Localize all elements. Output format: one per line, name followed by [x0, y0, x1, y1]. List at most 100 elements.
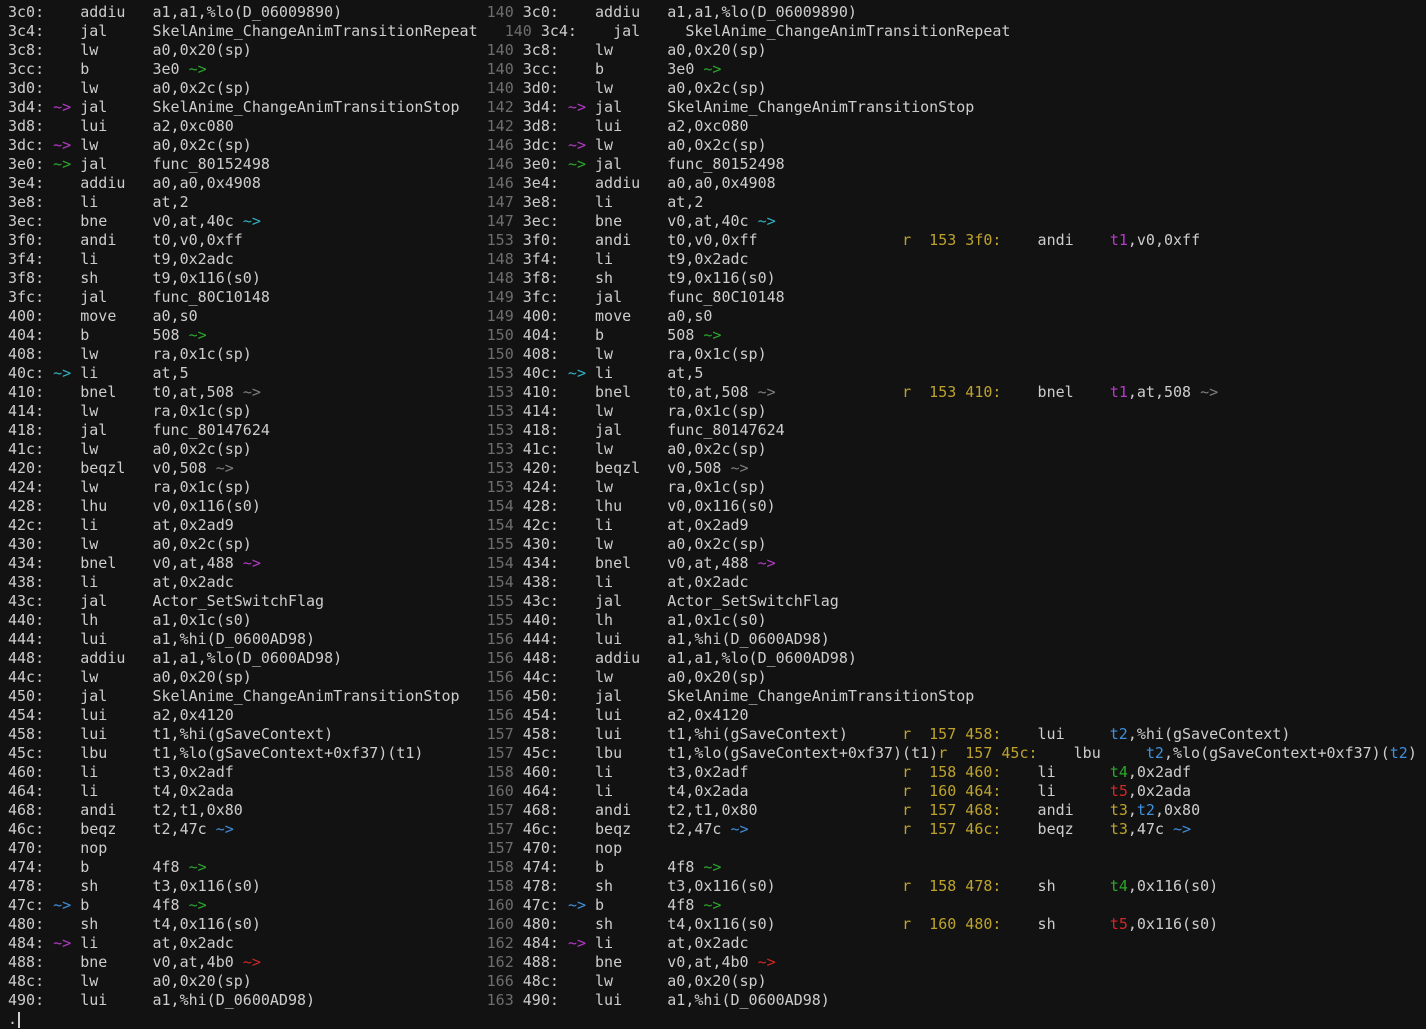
asm-text: 470: nop	[8, 839, 107, 857]
asm-text: 45c: lbu t1,%lo(gSaveContext+0xf37)(t1)	[8, 744, 423, 762]
asm-row: 428: lhu v0,0x116(s0) 154 428: lhu v0,0x…	[8, 497, 1426, 516]
asm-row: 3d8: lui a2,0xc080 142 3d8: lui a2,0xc08…	[8, 117, 1426, 136]
asm-row: 47c: ~> b 4f8 ~> 160 47c: ~> b 4f8 ~>	[8, 896, 1426, 915]
terminal-cursor	[18, 1012, 20, 1028]
column-gap	[776, 383, 902, 401]
asm-text: 438: li at,0x2adc	[514, 573, 749, 591]
asm-text: 3c8: lw a0,0x20(sp)	[514, 41, 767, 59]
line-number: 153	[487, 440, 514, 458]
asm-row: 488: bne v0,at,4b0 ~> 162 488: bne v0,at…	[8, 953, 1426, 972]
asm-text: b 4f8	[586, 896, 703, 914]
column-gap	[252, 79, 487, 97]
line-number: 157	[487, 820, 514, 838]
asm-row: 3f0: andi t0,v0,0xff 153 3f0: andi t0,v0…	[8, 231, 1426, 250]
column-gap	[776, 915, 902, 933]
column-gap	[758, 231, 903, 249]
asm-text: lui	[1001, 725, 1109, 743]
reg-diff-marker: r 157 458:	[902, 725, 1001, 743]
asm-text: 3d4:	[8, 98, 53, 116]
asm-text: ,47c	[1128, 820, 1173, 838]
branch-arrow-icon: ~>	[243, 212, 261, 230]
asm-text: sh	[1001, 915, 1109, 933]
column-gap	[252, 41, 487, 59]
column-gap	[207, 60, 487, 78]
reg-diff-marker: r 153 410:	[902, 383, 1001, 401]
asm-text: 48c: lw a0,0x20(sp)	[8, 972, 252, 990]
asm-row: 474: b 4f8 ~> 158 474: b 4f8 ~>	[8, 858, 1426, 877]
asm-text: 460: li t3,0x2adf	[8, 763, 234, 781]
asm-text: ,0x116(s0)	[1128, 915, 1218, 933]
asm-text: 410: bnel t0,at,508	[8, 383, 243, 401]
line-number: 162	[487, 934, 514, 952]
line-number: 153	[487, 402, 514, 420]
reg-diff-marker: r 157 46c:	[902, 820, 1001, 838]
asm-row: 404: b 508 ~> 150 404: b 508 ~>	[8, 326, 1426, 345]
asm-text: 464: li t4,0x2ada	[8, 782, 234, 800]
reg-diff-marker: r 160 480:	[902, 915, 1001, 933]
line-number: 148	[487, 250, 514, 268]
column-gap	[207, 326, 487, 344]
line-number: 142	[487, 98, 514, 116]
branch-arrow-icon: ~>	[568, 896, 586, 914]
asm-text: 42c: li at,0x2ad9	[8, 516, 234, 534]
asm-row: 3d4: ~> jal SkelAnime_ChangeAnimTransiti…	[8, 98, 1426, 117]
asm-text: lw a0,0x2c(sp)	[71, 136, 252, 154]
column-gap	[460, 98, 487, 116]
column-gap	[315, 630, 487, 648]
asm-text: ,v0,0xff	[1128, 231, 1200, 249]
column-gap	[189, 364, 487, 382]
asm-row: 468: andi t2,t1,0x80 157 468: andi t2,t1…	[8, 801, 1426, 820]
asm-text: 438: li at,0x2adc	[8, 573, 234, 591]
asm-text: 3d8: lui a2,0xc080	[514, 117, 749, 135]
asm-text: 42c: li at,0x2ad9	[514, 516, 749, 534]
asm-text: lw a0,0x2c(sp)	[586, 136, 767, 154]
asm-row: 440: lh a1,0x1c(s0) 155 440: lh a1,0x1c(…	[8, 611, 1426, 630]
register-operand: t1	[1110, 383, 1128, 401]
asm-text: 3f4: li t9,0x2adc	[514, 250, 749, 268]
asm-text: 3d4:	[514, 98, 568, 116]
asm-text: 3ec: bne v0,at,40c	[514, 212, 758, 230]
branch-arrow-icon: ~>	[53, 934, 71, 952]
asm-text: li at,0x2adc	[71, 934, 234, 952]
branch-arrow-icon: ~>	[243, 953, 261, 971]
line-number: 140	[505, 22, 532, 40]
asm-row: 43c: jal Actor_SetSwitchFlag 155 43c: ja…	[8, 592, 1426, 611]
asm-text: 44c: lw a0,0x20(sp)	[514, 668, 767, 686]
column-gap	[270, 288, 487, 306]
line-number: 155	[487, 592, 514, 610]
asm-text: 3e4: addiu a0,a0,0x4908	[8, 174, 261, 192]
column-gap	[207, 858, 487, 876]
register-operand: t5	[1110, 782, 1128, 800]
line-number: 156	[487, 706, 514, 724]
column-gap	[749, 763, 903, 781]
branch-arrow-icon: ~>	[53, 896, 71, 914]
asm-text: 428: lhu v0,0x116(s0)	[514, 497, 776, 515]
asm-text: 460: li t3,0x2adf	[514, 763, 749, 781]
asm-text: jal SkelAnime_ChangeAnimTransitionStop	[586, 98, 974, 116]
asm-text: 3dc:	[8, 136, 53, 154]
asm-text: 418: jal func_80147624	[514, 421, 785, 439]
reg-diff-marker: r 158 460:	[902, 763, 1001, 781]
asm-text: 3cc: b 3e0	[8, 60, 189, 78]
register-operand: t4	[1110, 763, 1128, 781]
terminal[interactable]: 3c0: addiu a1,a1,%lo(D_06009890) 140 3c0…	[0, 0, 1426, 1021]
asm-text: 47c:	[8, 896, 53, 914]
column-gap	[234, 820, 487, 838]
asm-row: 3ec: bne v0,at,40c ~> 147 3ec: bne v0,at…	[8, 212, 1426, 231]
asm-text: 428: lhu v0,0x116(s0)	[8, 497, 261, 515]
register-operand: t2	[1146, 744, 1164, 762]
asm-text: lbu	[1038, 744, 1146, 762]
line-number: 147	[487, 212, 514, 230]
line-number: 160	[487, 915, 514, 933]
branch-arrow-icon: ~>	[189, 896, 207, 914]
asm-text: ,%hi(gSaveContext)	[1128, 725, 1291, 743]
asm-text: 454: lui a2,0x4120	[8, 706, 234, 724]
prompt-text: .	[8, 1010, 17, 1028]
line-number: 158	[487, 877, 514, 895]
asm-text: 444: lui a1,%hi(D_0600AD98)	[8, 630, 315, 648]
asm-text: 46c: beqz t2,47c	[514, 820, 731, 838]
column-gap	[234, 516, 487, 534]
asm-text: 3cc: b 3e0	[514, 60, 704, 78]
column-gap	[478, 22, 505, 40]
asm-text: 3f8: sh t9,0x116(s0)	[8, 269, 261, 287]
